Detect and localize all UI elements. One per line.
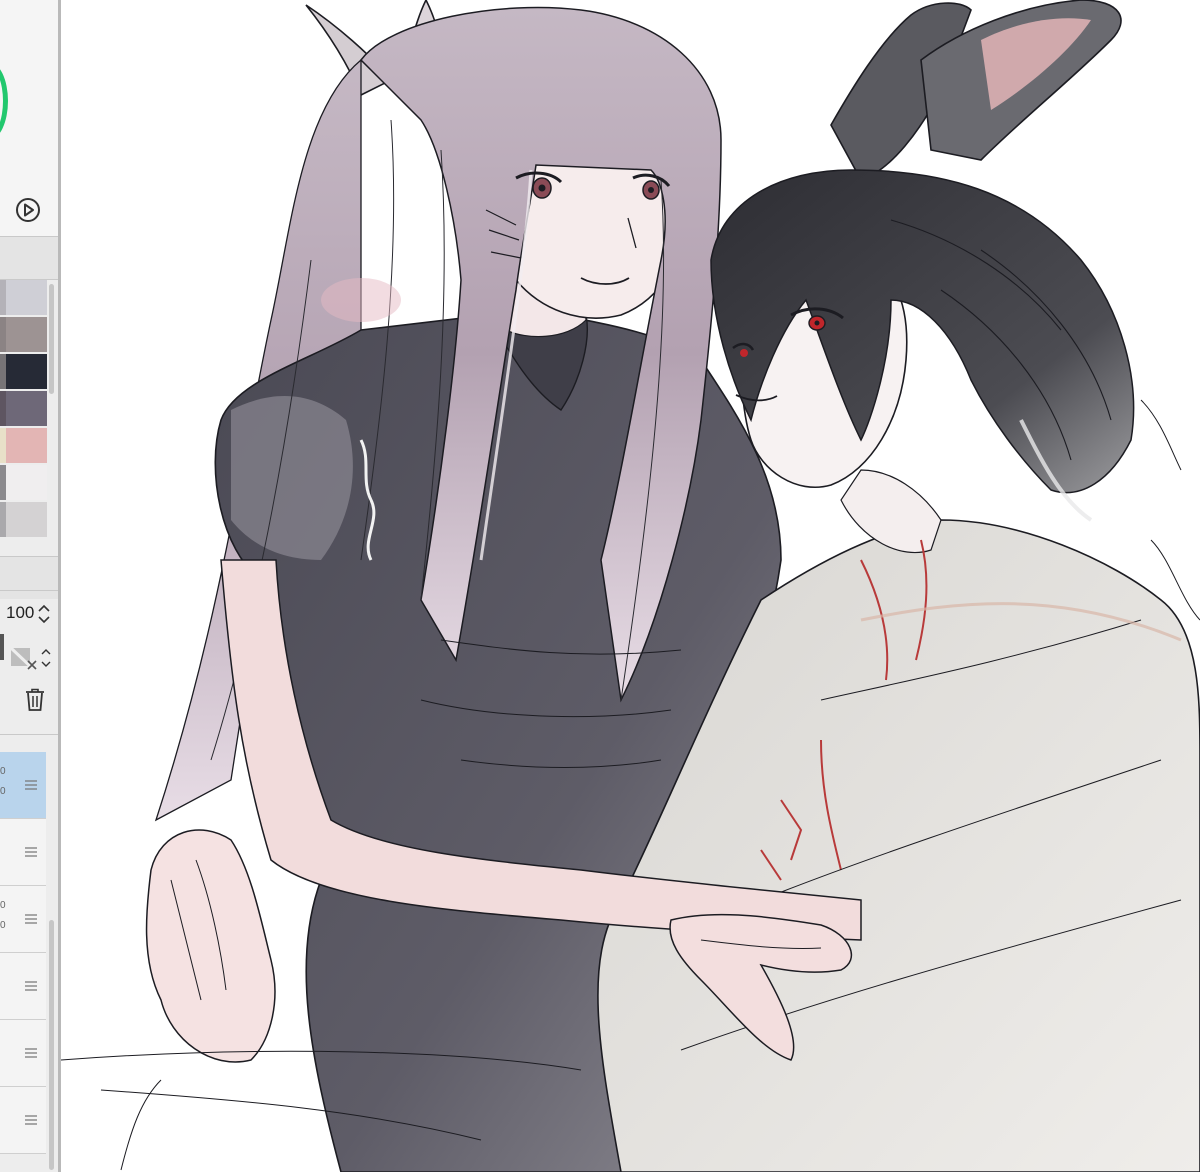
- hand-on-waist: [145, 829, 276, 1063]
- layer-scrollbar[interactable]: [49, 920, 54, 1170]
- side-panel: 100 0000: [0, 0, 60, 1172]
- layer-row[interactable]: 00: [0, 752, 46, 819]
- drawing-canvas[interactable]: [61, 0, 1200, 1172]
- color-swatch[interactable]: [6, 391, 47, 426]
- drag-handle-icon[interactable]: [25, 914, 37, 924]
- drag-handle-icon[interactable]: [25, 981, 37, 991]
- layer-row[interactable]: 00: [0, 886, 46, 953]
- drag-handle-icon[interactable]: [25, 1048, 37, 1058]
- artwork-sketch: [61, 0, 1200, 1172]
- drag-handle-icon[interactable]: [25, 1115, 37, 1125]
- chevron-up-down-icon[interactable]: [37, 602, 51, 626]
- color-swatch[interactable]: [6, 317, 47, 352]
- layer-row[interactable]: [0, 819, 46, 886]
- layer-meta-top: 0: [0, 766, 6, 777]
- color-swatch[interactable]: [6, 428, 47, 463]
- drag-handle-icon[interactable]: [25, 847, 37, 857]
- layer-row[interactable]: [0, 1020, 46, 1087]
- palette-header: [0, 237, 58, 279]
- blend-mode-icon[interactable]: [8, 645, 38, 671]
- play-icon[interactable]: [15, 197, 41, 223]
- layer-meta-bottom: 0: [0, 920, 6, 931]
- opacity-value[interactable]: 100: [6, 603, 34, 623]
- drag-handle-icon[interactable]: [25, 780, 37, 790]
- color-swatch[interactable]: [6, 465, 47, 500]
- color-swatch[interactable]: [6, 280, 47, 315]
- color-swatch[interactable]: [6, 502, 47, 537]
- color-palette: [0, 280, 48, 537]
- chevron-up-down-icon[interactable]: [40, 646, 52, 670]
- layer-row[interactable]: [0, 1087, 46, 1154]
- trash-icon[interactable]: [24, 687, 46, 713]
- layer-meta-bottom: 0: [0, 786, 6, 797]
- layer-row[interactable]: [0, 953, 46, 1020]
- color-swatch[interactable]: [6, 354, 47, 389]
- palette-scrollbar[interactable]: [49, 284, 54, 394]
- layer-meta-top: 0: [0, 900, 6, 911]
- layer-properties-header: [0, 557, 58, 599]
